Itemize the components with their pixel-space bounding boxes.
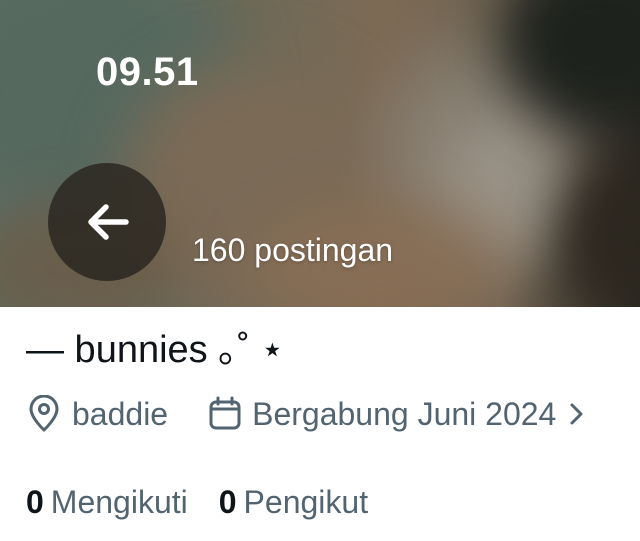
back-button[interactable] [48,163,166,281]
profile-banner: 09.51 160 postingan [0,0,640,307]
followers-link[interactable]: 0 Pengikut [219,484,368,521]
calendar-icon [209,396,241,430]
location-pin-icon [29,395,59,432]
profile-screen: 09.51 160 postingan — bunnies ｡˚ ⋆ baddi… [0,0,640,541]
joined-item[interactable]: Bergabung Juni 2024 [208,396,588,433]
status-bar-time: 09.51 [96,50,199,94]
chevron-right-icon[interactable] [566,399,588,429]
profile-meta-row: baddie Bergabung Juni 2024 [26,392,588,436]
arrow-left-icon [88,204,129,240]
followers-count: 0 [218,483,237,520]
post-count: 160 postingan [192,232,394,268]
location-text: baddie [72,395,169,432]
profile-display-name: — bunnies ｡˚ ⋆ [26,329,285,371]
followers-label: Pengikut [243,483,369,520]
following-label: Mengikuti [50,483,188,520]
follow-stats: 0 Mengikuti 0 Pengikut [26,480,368,524]
location-item: baddie [26,395,168,433]
following-link[interactable]: 0 Mengikuti [26,484,188,521]
following-count: 0 [26,483,44,520]
joined-text: Bergabung Juni 2024 [252,395,557,432]
